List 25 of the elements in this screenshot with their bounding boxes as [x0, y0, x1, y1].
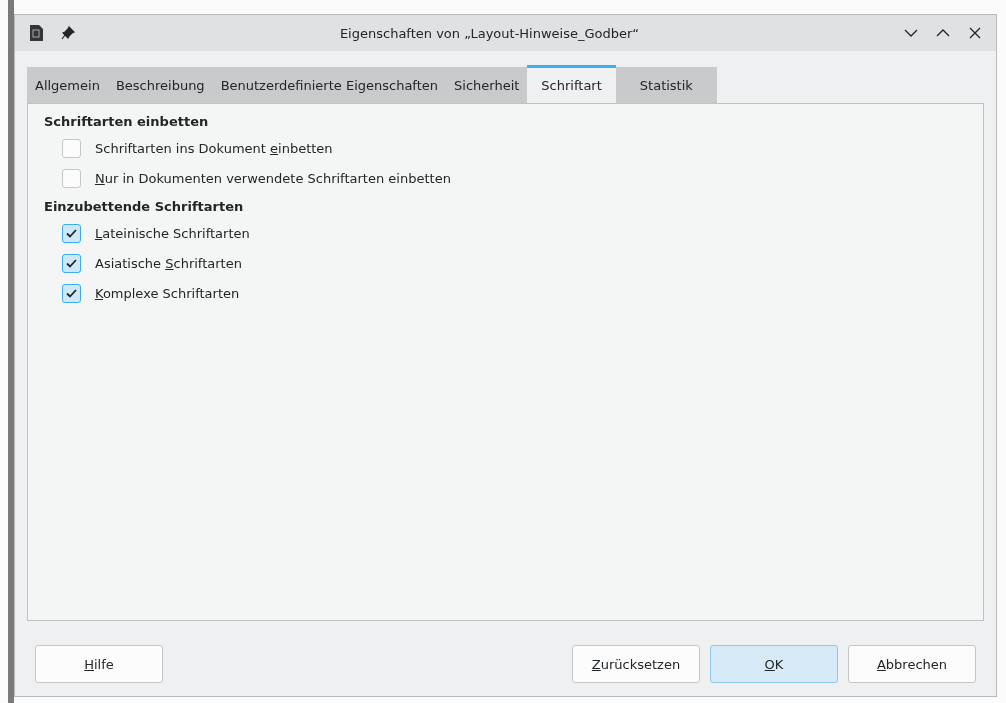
check-icon	[66, 289, 77, 298]
tab[interactable]: Allgemein	[27, 67, 108, 103]
tab[interactable]: Benutzerdefinierte Eigenschaften	[212, 67, 447, 103]
checkbox-label: Lateinische Schriftarten	[95, 226, 250, 241]
dialog-button[interactable]: OK	[710, 645, 838, 683]
tab[interactable]: Beschreibung	[107, 67, 213, 103]
checkbox[interactable]	[62, 284, 81, 303]
dialog-button[interactable]: Zurücksetzen	[572, 645, 700, 683]
checkbox-label: Nur in Dokumenten verwendete Schriftarten einbetten	[95, 171, 451, 186]
tab[interactable]: Statistik	[615, 67, 717, 103]
checkbox-label: Schriftarten ins Dokument einbetten	[95, 141, 333, 156]
section-heading: Schriftarten einbetten	[44, 114, 210, 129]
checkbox[interactable]	[62, 169, 81, 188]
section-heading: Einzubettende Schriftarten	[44, 199, 245, 214]
dialog-button[interactable]: Abbrechen	[848, 645, 976, 683]
checkbox[interactable]	[62, 224, 81, 243]
help-button[interactable]: Hilfe	[35, 645, 163, 683]
window-title: Eigenschaften von „Layout-Hinweise_Godber“	[338, 25, 641, 41]
checkbox[interactable]	[62, 139, 81, 158]
check-icon	[66, 259, 77, 268]
checkbox-label: Asiatische Schriftarten	[95, 256, 242, 271]
checkbox[interactable]	[62, 254, 81, 273]
tab[interactable]: Sicherheit	[446, 67, 528, 103]
check-icon	[66, 229, 77, 238]
checkbox-label: Komplexe Schriftarten	[95, 286, 240, 301]
